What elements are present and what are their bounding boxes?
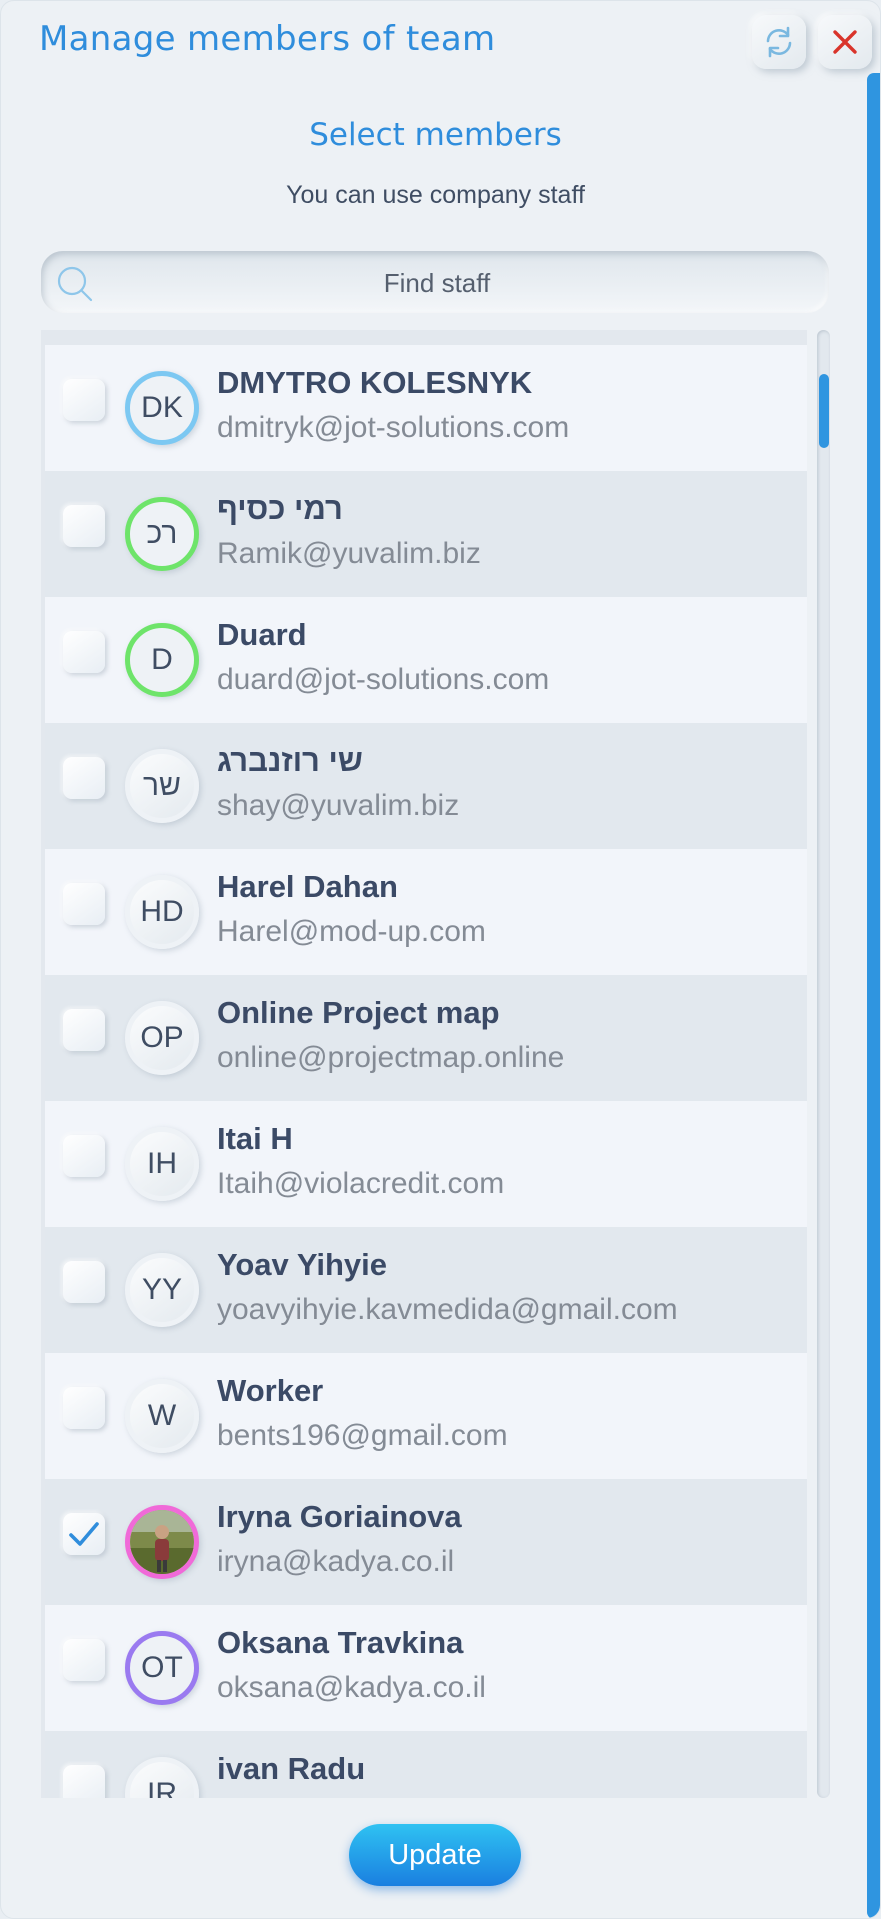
member-name: Worker — [217, 1373, 324, 1408]
member-checkbox[interactable] — [63, 1009, 105, 1051]
member-email: duard@jot-solutions.com — [217, 663, 550, 696]
avatar-initials: OT — [141, 1651, 183, 1684]
avatar: IH — [125, 1127, 199, 1201]
member-email: Itaih@violacredit.com — [217, 1167, 505, 1200]
avatar-initials: IH — [147, 1147, 177, 1180]
member-row[interactable]: D Duard duard@jot-solutions.com — [45, 597, 807, 723]
member-name: Online Project map — [217, 995, 500, 1030]
member-name: Itai H — [217, 1121, 293, 1156]
member-checkbox[interactable] — [63, 631, 105, 673]
member-row[interactable]: OT Oksana Travkina oksana@kadya.co.il — [45, 1605, 807, 1731]
avatar-initials: OP — [140, 1021, 184, 1054]
member-row[interactable]: IH Itai H Itaih@violacredit.com — [45, 1101, 807, 1227]
member-row[interactable]: HD Harel Dahan Harel@mod-up.com — [45, 849, 807, 975]
member-row[interactable]: שר שי רוזנברג shay@yuvalim.biz — [45, 723, 807, 849]
search-icon — [57, 266, 93, 302]
close-icon — [833, 30, 857, 54]
avatar: OT — [125, 1631, 199, 1705]
search-input[interactable] — [101, 251, 773, 315]
avatar-initials: D — [151, 643, 173, 676]
member-row[interactable]: W Worker bents196@gmail.com — [45, 1353, 807, 1479]
member-row[interactable]: YY Yoav Yihyie yoavyihyie.kavmedida@gmail.… — [45, 1227, 807, 1353]
member-row[interactable]: OP Online Project map online@projectmap.on… — [45, 975, 807, 1101]
avatar-initials: IR — [147, 1777, 177, 1798]
member-email: shay@yuvalim.biz — [217, 789, 460, 822]
avatar: W — [125, 1379, 199, 1453]
member-email: dmitryk@jot-solutions.com — [217, 411, 570, 444]
list-scrollbar[interactable] — [817, 330, 830, 1798]
section-hint: You can use company staff — [286, 181, 585, 209]
member-name: רמי כסיף — [217, 491, 343, 526]
search-box[interactable] — [41, 251, 829, 315]
member-email: Ramik@yuvalim.biz — [217, 537, 481, 570]
member-name: שי רוזנברג — [217, 743, 363, 778]
member-email: bents196@gmail.com — [217, 1419, 508, 1452]
member-email: yoavyihyie.kavmedida@gmail.com — [217, 1293, 678, 1326]
refresh-button[interactable] — [752, 15, 806, 69]
member-email: Harel@mod-up.com — [217, 915, 486, 948]
member-row[interactable]: IR ivan Radu — [45, 1731, 807, 1798]
panel-scrollbar[interactable] — [867, 73, 880, 1918]
avatar: IR — [125, 1757, 199, 1798]
member-name: ivan Radu — [217, 1751, 366, 1786]
member-name: DMYTRO KOLESNYK — [217, 365, 533, 400]
member-checkbox[interactable] — [63, 1261, 105, 1303]
avatar-initials: רכ — [146, 517, 178, 550]
member-email: oksana@kadya.co.il — [217, 1671, 486, 1704]
avatar — [125, 1505, 199, 1579]
avatar: D — [125, 623, 199, 697]
avatar: רכ — [125, 497, 199, 571]
panel-title: Manage members of team — [39, 19, 496, 59]
manage-members-panel: Manage members of team Select members Yo… — [0, 0, 881, 1919]
list-scrollbar-thumb[interactable] — [819, 374, 829, 448]
member-name: Harel Dahan — [217, 869, 398, 904]
avatar: HD — [125, 875, 199, 949]
member-row[interactable]: DK DMYTRO KOLESNYK dmitryk@jot-solutions.c… — [45, 345, 807, 471]
member-checkbox[interactable] — [63, 1639, 105, 1681]
member-checkbox[interactable] — [63, 379, 105, 421]
member-name: Yoav Yihyie — [217, 1247, 388, 1282]
avatar: DK — [125, 371, 199, 445]
member-checkbox[interactable] — [63, 1765, 105, 1798]
member-checkbox[interactable] — [63, 1135, 105, 1177]
checkmark-icon — [69, 1522, 99, 1546]
avatar: YY — [125, 1253, 199, 1327]
refresh-icon — [766, 26, 792, 58]
member-checkbox[interactable] — [63, 505, 105, 547]
avatar-initials: HD — [140, 895, 184, 928]
member-name: Iryna Goriainova — [217, 1499, 462, 1534]
member-checkbox[interactable] — [63, 1513, 105, 1555]
member-email: iryna@kadya.co.il — [217, 1545, 455, 1578]
member-row[interactable]: Iryna Goriainova iryna@kadya.co.il — [45, 1479, 807, 1605]
member-name: Oksana Travkina — [217, 1625, 464, 1660]
member-email: online@projectmap.online — [217, 1041, 565, 1074]
avatar-photo — [130, 1510, 194, 1574]
avatar-initials: DK — [141, 391, 183, 424]
member-checkbox[interactable] — [63, 757, 105, 799]
member-row[interactable]: רכ רמי כסיף Ramik@yuvalim.biz — [45, 471, 807, 597]
member-name: Duard — [217, 617, 307, 652]
members-list: DK DMYTRO KOLESNYK dmitryk@jot-solutions.c… — [41, 330, 807, 1798]
avatar-initials: YY — [141, 1273, 183, 1306]
close-button[interactable] — [818, 15, 872, 69]
update-button[interactable]: Update — [349, 1824, 521, 1886]
section-title: Select members — [309, 117, 562, 153]
member-checkbox[interactable] — [63, 1387, 105, 1429]
avatar-initials: שר — [143, 769, 181, 802]
avatar: שר — [125, 749, 199, 823]
member-checkbox[interactable] — [63, 883, 105, 925]
avatar-initials: W — [147, 1399, 177, 1432]
avatar: OP — [125, 1001, 199, 1075]
